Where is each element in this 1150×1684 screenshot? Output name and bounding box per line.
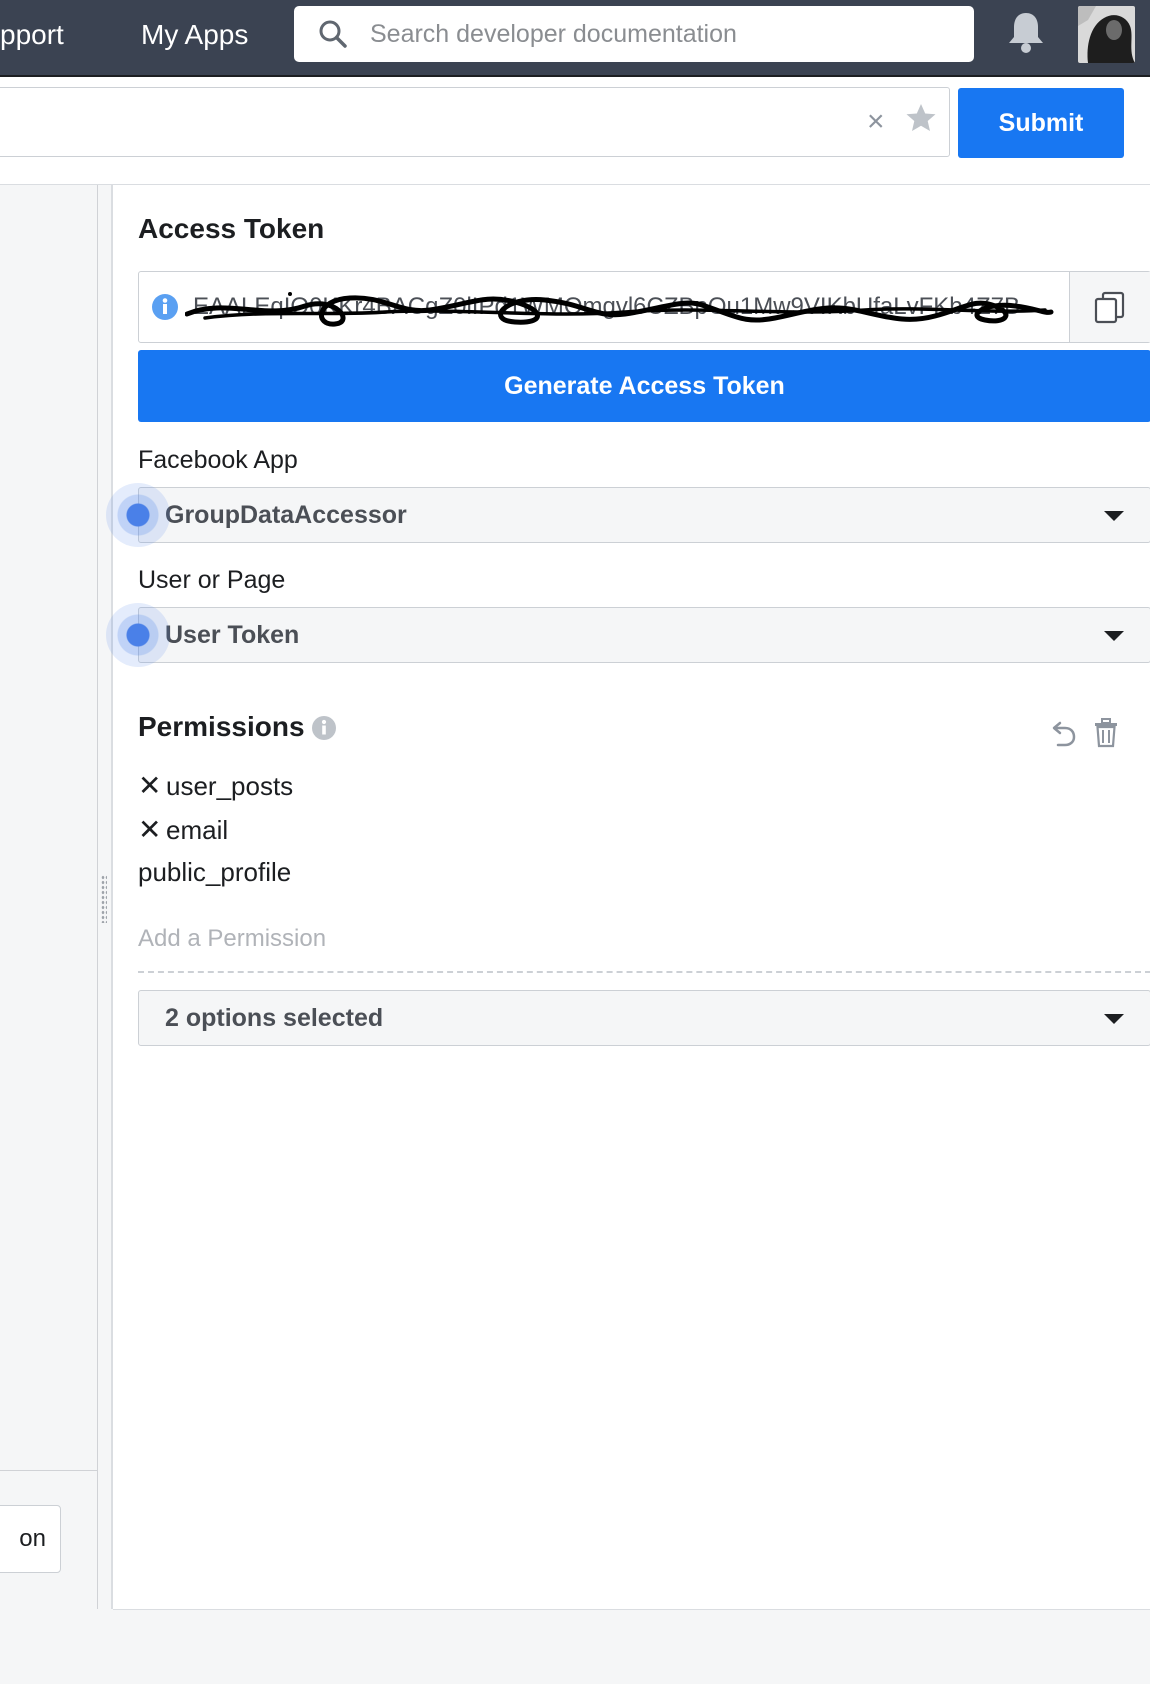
add-permission-input[interactable]: Add a Permission	[138, 925, 326, 953]
undo-icon[interactable]	[1049, 720, 1077, 748]
permissions-options-summary: 2 options selected	[165, 1004, 384, 1032]
facebook-app-selected: GroupDataAccessor	[165, 501, 407, 529]
generate-access-token-button[interactable]: Generate Access Token	[138, 350, 1150, 422]
facebook-app-select[interactable]: GroupDataAccessor	[138, 487, 1150, 543]
remove-permission-icon[interactable]: ✕	[138, 813, 161, 846]
redaction-scribble	[185, 292, 1054, 327]
request-url-row: × Submit	[0, 77, 1150, 185]
nav-link-my-apps[interactable]: My Apps	[141, 0, 248, 72]
bell-icon[interactable]	[1006, 10, 1046, 54]
remove-permission-icon[interactable]: ✕	[138, 769, 161, 802]
avatar[interactable]	[1078, 6, 1135, 63]
trash-icon[interactable]	[1093, 718, 1119, 748]
permission-name: email	[166, 815, 229, 845]
nav-link-support[interactable]: pport	[0, 0, 64, 72]
copy-button[interactable]	[1069, 272, 1150, 342]
user-or-page-select[interactable]: User Token	[138, 607, 1150, 663]
chevron-down-icon	[1104, 1014, 1124, 1024]
search-box[interactable]: Search developer documentation	[294, 6, 974, 62]
chevron-down-icon	[1104, 631, 1124, 641]
graph-path-input[interactable]: ×	[0, 87, 950, 157]
star-icon[interactable]	[905, 102, 937, 134]
facebook-app-label: Facebook App	[138, 446, 298, 474]
clear-icon[interactable]: ×	[867, 107, 885, 137]
left-pane: on	[0, 185, 98, 1609]
focus-indicator	[106, 603, 170, 667]
chevron-down-icon	[1104, 511, 1124, 521]
permissions-title: Permissions	[138, 711, 305, 742]
divider	[138, 971, 1150, 973]
submit-button[interactable]: Submit	[958, 88, 1124, 158]
info-icon[interactable]	[311, 715, 337, 741]
access-token-field[interactable]: EAALEqIO0KKr4BACgZ0lIPd1WMOmgvl6CZBpOu1M…	[138, 271, 1150, 343]
permission-name: public_profile	[138, 857, 292, 887]
focus-indicator	[106, 483, 170, 547]
top-nav-bar: pport My Apps Search developer documenta…	[0, 0, 1150, 77]
divider	[0, 1470, 97, 1471]
permission-item: ✕ email	[138, 813, 228, 846]
permission-name: user_posts	[166, 771, 294, 801]
left-pane-button-label: on	[19, 1525, 46, 1552]
info-icon[interactable]	[151, 293, 179, 321]
access-token-title: Access Token	[138, 213, 325, 244]
access-token-panel: Access Token EAALEqIO0KKr4BACgZ0lIPd1WMO…	[106, 185, 1150, 1610]
search-input[interactable]: Search developer documentation	[370, 6, 737, 62]
left-pane-button[interactable]: on	[0, 1505, 61, 1573]
resize-handle[interactable]	[101, 875, 107, 923]
permission-item: public_profile	[138, 857, 291, 888]
permission-item: ✕ user_posts	[138, 769, 293, 802]
user-or-page-selected: User Token	[165, 621, 300, 649]
permissions-options-select[interactable]: 2 options selected	[138, 990, 1150, 1046]
user-or-page-label: User or Page	[138, 566, 286, 594]
search-icon	[319, 20, 347, 48]
avatar-image	[1078, 6, 1135, 63]
copy-icon	[1094, 291, 1125, 324]
